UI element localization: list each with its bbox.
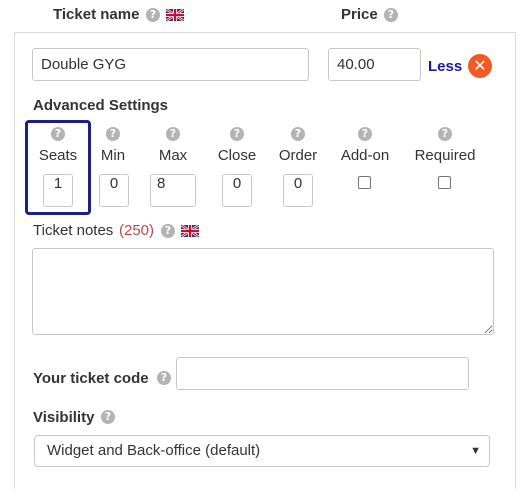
column-addon: ? Add-on	[335, 127, 395, 164]
price-input[interactable]	[328, 48, 421, 81]
help-icon[interactable]: ?	[358, 127, 372, 141]
min-label: Min	[100, 147, 126, 164]
advanced-settings-title: Advanced Settings	[33, 97, 169, 114]
ticket-code-label: Your ticket code	[33, 370, 149, 387]
remove-icon[interactable]: ✕	[468, 54, 492, 78]
column-seats: ? Seats	[37, 127, 79, 164]
order-input[interactable]: 0	[283, 174, 313, 207]
help-icon[interactable]: ?	[157, 371, 171, 385]
less-link[interactable]: Less	[428, 58, 462, 75]
seats-input[interactable]: 1	[43, 174, 73, 207]
chevron-down-icon: ▼	[470, 445, 481, 457]
uk-flag-icon[interactable]	[166, 9, 184, 21]
help-icon[interactable]: ?	[166, 127, 180, 141]
max-input[interactable]: 8	[150, 174, 196, 207]
addon-label: Add-on	[340, 147, 390, 164]
column-required: ? Required	[411, 127, 479, 164]
uk-flag-icon[interactable]	[181, 225, 199, 237]
help-icon[interactable]: ?	[384, 8, 398, 22]
help-icon[interactable]: ?	[438, 127, 452, 141]
column-min: ? Min	[95, 127, 131, 164]
min-input[interactable]: 0	[99, 174, 129, 207]
help-icon[interactable]: ?	[106, 127, 120, 141]
help-icon[interactable]: ?	[51, 127, 65, 141]
close-input[interactable]: 0	[222, 174, 252, 207]
required-checkbox[interactable]	[438, 176, 451, 189]
max-label: Max	[158, 147, 188, 164]
column-max: ? Max	[150, 127, 196, 164]
seats-label: Seats	[38, 147, 78, 164]
help-icon[interactable]: ?	[101, 410, 115, 424]
price-header: Price	[341, 6, 378, 23]
required-label: Required	[414, 147, 476, 164]
ticket-name-header: Ticket name	[53, 6, 140, 23]
visibility-selected-value: Widget and Back-office (default)	[47, 442, 261, 459]
help-icon[interactable]: ?	[146, 8, 160, 22]
order-label: Order	[278, 147, 318, 164]
visibility-select[interactable]: Widget and Back-office (default) ▼	[34, 435, 490, 467]
notes-counter: (250)	[119, 222, 155, 239]
ticket-notes-label: Ticket notes	[33, 222, 114, 239]
column-order: ? Order	[275, 127, 321, 164]
help-icon[interactable]: ?	[161, 224, 175, 238]
visibility-label: Visibility	[33, 409, 95, 426]
close-label: Close	[217, 147, 257, 164]
addon-checkbox[interactable]	[358, 176, 371, 189]
ticket-code-input[interactable]	[176, 357, 469, 390]
column-close: ? Close	[214, 127, 260, 164]
ticket-name-input[interactable]	[32, 48, 309, 81]
help-icon[interactable]: ?	[230, 127, 244, 141]
help-icon[interactable]: ?	[291, 127, 305, 141]
ticket-notes-textarea[interactable]	[32, 248, 494, 335]
